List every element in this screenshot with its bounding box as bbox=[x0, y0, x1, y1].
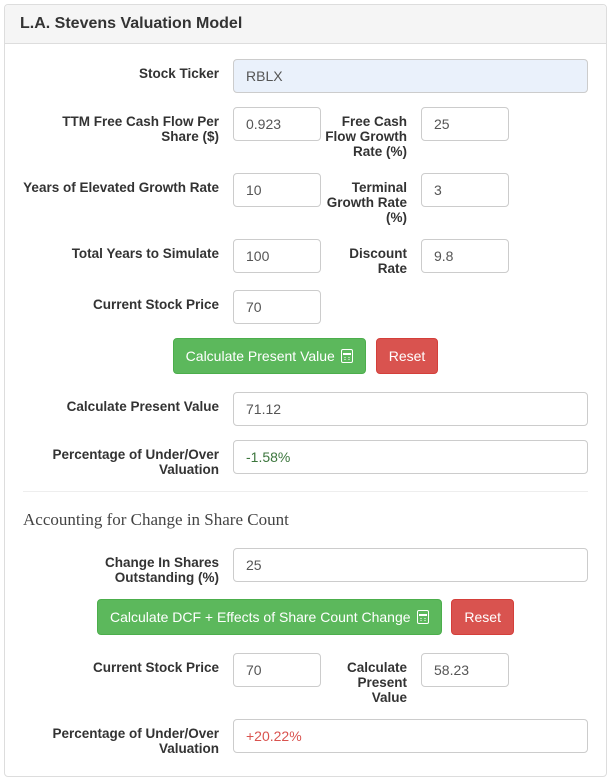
label-years-elevated: Years of Elevated Growth Rate bbox=[23, 173, 233, 195]
label-pct-uo-2: Percentage of Under/Over Valuation bbox=[23, 719, 233, 756]
panel-body: Stock Ticker TTM Free Cash Flow Per Shar… bbox=[5, 44, 606, 776]
valuation-panel: L.A. Stevens Valuation Model Stock Ticke… bbox=[4, 4, 607, 777]
current-price-input[interactable] bbox=[233, 290, 321, 324]
pct-under-over-output bbox=[233, 440, 588, 474]
panel-title: L.A. Stevens Valuation Model bbox=[20, 15, 242, 32]
calculate-dcf-button[interactable]: Calculate DCF + Effects of Share Count C… bbox=[97, 599, 442, 635]
fcf-per-share-input[interactable] bbox=[233, 107, 321, 141]
label-current-price-2: Current Stock Price bbox=[23, 653, 233, 675]
label-pct-uo: Percentage of Under/Over Valuation bbox=[23, 440, 233, 477]
discount-rate-input[interactable] bbox=[421, 239, 509, 273]
change-shares-input[interactable] bbox=[233, 548, 588, 582]
label-fcf-growth: Free Cash Flow Growth Rate (%) bbox=[321, 107, 421, 159]
reset-button[interactable]: Reset bbox=[376, 338, 439, 374]
label-terminal-rate: Terminal Growth Rate (%) bbox=[321, 173, 421, 225]
current-price-2-output bbox=[233, 653, 321, 687]
label-discount-rate: Discount Rate bbox=[321, 239, 421, 276]
divider bbox=[23, 491, 588, 492]
label-ticker: Stock Ticker bbox=[23, 59, 233, 81]
terminal-rate-input[interactable] bbox=[421, 173, 509, 207]
label-total-years: Total Years to Simulate bbox=[23, 239, 233, 261]
ticker-input[interactable] bbox=[233, 59, 588, 93]
calculator-icon bbox=[417, 610, 429, 624]
calculator-icon bbox=[341, 349, 353, 363]
fcf-growth-input[interactable] bbox=[421, 107, 509, 141]
label-calc-pv: Calculate Present Value bbox=[23, 392, 233, 414]
label-current-price: Current Stock Price bbox=[23, 290, 233, 312]
present-value-output bbox=[233, 392, 588, 426]
years-elevated-input[interactable] bbox=[233, 173, 321, 207]
present-value-2-output bbox=[421, 653, 509, 687]
total-years-input[interactable] bbox=[233, 239, 321, 273]
reset-label: Reset bbox=[389, 346, 426, 366]
calculate-pv-label: Calculate Present Value bbox=[186, 346, 335, 366]
label-calc-pv-2: Calculate Present Value bbox=[321, 653, 421, 705]
calculate-pv-button[interactable]: Calculate Present Value bbox=[173, 338, 366, 374]
calculate-dcf-label: Calculate DCF + Effects of Share Count C… bbox=[110, 607, 411, 627]
pct-under-over-2-output bbox=[233, 719, 588, 753]
section-share-count-title: Accounting for Change in Share Count bbox=[23, 510, 588, 530]
panel-header: L.A. Stevens Valuation Model bbox=[5, 5, 606, 44]
reset-button-2[interactable]: Reset bbox=[451, 599, 514, 635]
label-fcf-per-share: TTM Free Cash Flow Per Share ($) bbox=[23, 107, 233, 144]
reset-label-2: Reset bbox=[464, 607, 501, 627]
label-change-shares: Change In Shares Outstanding (%) bbox=[23, 548, 233, 585]
